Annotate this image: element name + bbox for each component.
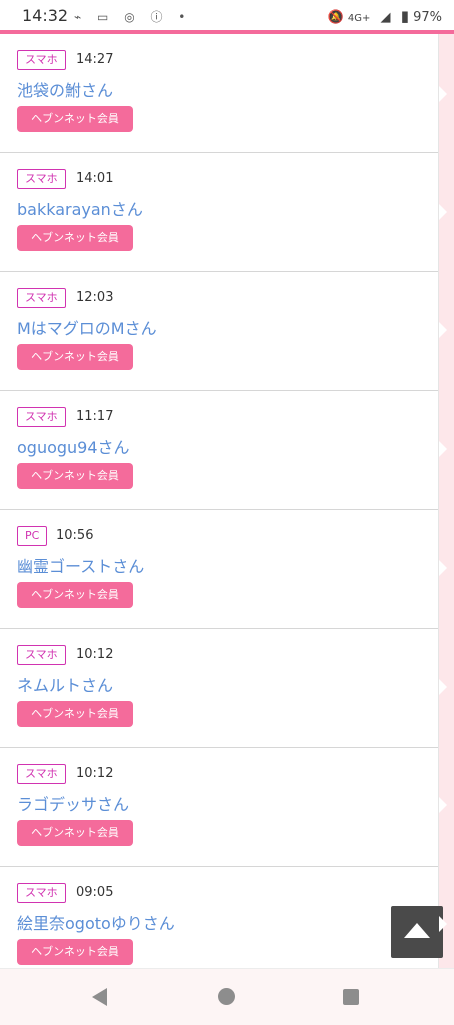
side-notch [439,204,447,220]
visitor-name-link[interactable]: MはマグロのMさん [17,315,157,339]
visit-time: 10:12 [76,647,114,662]
side-decoration-strip [439,34,454,968]
side-notch [439,86,447,102]
notification-icons: ⌁ ▭ ◎ ⓘ • [74,10,192,24]
device-badge: スマホ [17,645,66,665]
visitor-name-link[interactable]: bakkarayanさん [17,196,143,220]
side-notch [439,679,447,695]
status-indicators: 🔕 4G+ ◢ ▮ 97% [328,7,442,25]
visit-time: 10:12 [76,766,114,781]
battery-icon: ▮ [400,7,409,25]
recent-apps-icon[interactable] [343,989,359,1005]
device-badge: スマホ [17,169,66,189]
visit-time: 09:05 [76,885,114,900]
triangle-up-icon [404,923,430,938]
side-notch [439,322,447,338]
device-badge: スマホ [17,50,66,70]
member-badge-button[interactable]: ヘブンネット会員 [17,939,133,965]
device-badge: スマホ [17,288,66,308]
device-badge: スマホ [17,883,66,903]
device-badge: PC [17,526,48,546]
visitor-entry: スマホ 10:12 ラゴデッサさん ヘブンネット会員 [0,748,438,867]
member-badge-button[interactable]: ヘブンネット会員 [17,463,133,489]
status-time: 14:32 [22,6,69,25]
side-notch [439,916,447,932]
visitor-entry: スマホ 14:27 池袋の鮒さん ヘブンネット会員 [0,34,438,153]
back-icon[interactable] [92,988,107,1006]
android-nav-bar [0,968,454,1025]
visitor-name-link[interactable]: ラゴデッサさん [17,791,129,815]
visitor-name-link[interactable]: oguogu94さん [17,434,130,458]
member-badge-button[interactable]: ヘブンネット会員 [17,582,133,608]
home-icon[interactable] [218,988,235,1005]
member-badge-button[interactable]: ヘブンネット会員 [17,701,133,727]
side-divider [438,34,439,968]
visit-time: 14:27 [76,52,114,67]
member-badge-button[interactable]: ヘブンネット会員 [17,106,133,132]
visitor-name-link[interactable]: 池袋の鮒さん [17,77,113,101]
side-notch [439,560,447,576]
network-type: 4G+ [347,13,371,24]
visitor-entry: PC 10:56 幽霊ゴーストさん ヘブンネット会員 [0,510,438,629]
visitor-list: スマホ 14:27 池袋の鮒さん ヘブンネット会員 スマホ 14:01 bakkarayan… [0,34,438,986]
side-notch [439,797,447,813]
visit-time: 14:01 [76,171,114,186]
device-badge: スマホ [17,407,66,427]
visitor-name-link[interactable]: 幽霊ゴーストさん [17,553,144,577]
member-badge-button[interactable]: ヘブンネット会員 [17,225,133,251]
mute-icon: 🔕 [327,10,344,25]
member-badge-button[interactable]: ヘブンネット会員 [17,344,133,370]
visit-time: 10:56 [56,528,94,543]
visit-time: 12:03 [76,290,114,305]
status-bar: 14:32 ⌁ ▭ ◎ ⓘ • 🔕 4G+ ◢ ▮ 97% [0,0,454,30]
battery-level: 97% [413,10,442,25]
scroll-to-top-button[interactable] [391,906,443,958]
signal-icon: ◢ [380,10,391,25]
visitor-entry: スマホ 14:01 bakkarayanさん ヘブンネット会員 [0,153,438,272]
visitor-entry: スマホ 11:17 oguogu94さん ヘブンネット会員 [0,391,438,510]
side-notch [439,441,447,457]
visitor-name-link[interactable]: ネムルトさん [17,672,113,696]
visitor-name-link[interactable]: 絵里奈ogotoゆりさん [17,910,175,934]
device-badge: スマホ [17,764,66,784]
visitor-entry: スマホ 10:12 ネムルトさん ヘブンネット会員 [0,629,438,748]
member-badge-button[interactable]: ヘブンネット会員 [17,820,133,846]
visit-time: 11:17 [76,409,114,424]
visitor-entry: スマホ 12:03 MはマグロのMさん ヘブンネット会員 [0,272,438,391]
